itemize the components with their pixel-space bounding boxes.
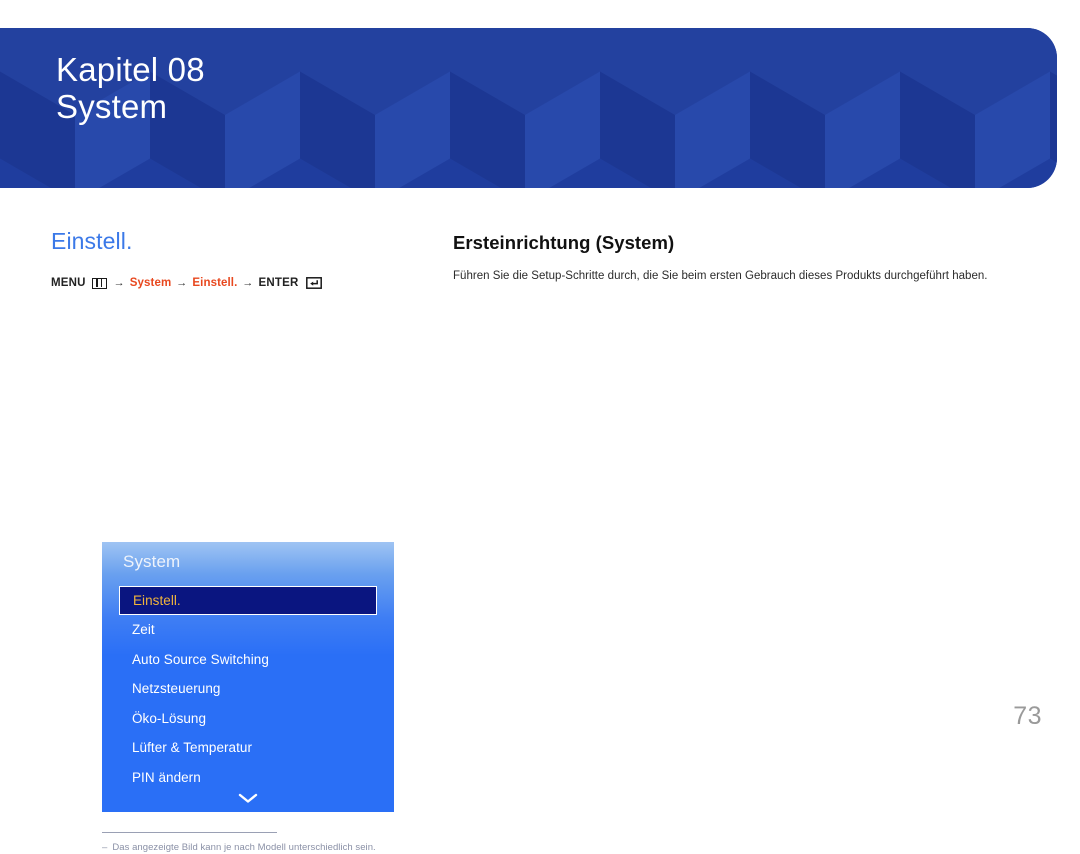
chapter-label: Kapitel 08 [56,51,205,88]
osd-item-label: Netzsteuerung [132,681,221,697]
enter-key-icon [305,277,322,289]
osd-item-label: Zeit [132,622,155,638]
osd-item-label: Lüfter & Temperatur [132,740,253,756]
footnote-block: – Das angezeigte Bild kann je nach Model… [102,832,402,854]
left-column: Einstell. MENU → System → Einstell. → EN… [51,228,394,853]
breadcrumb-enter-label: ENTER [258,277,299,289]
right-column: Ersteinrichtung (System) Führen Sie die … [453,232,1033,297]
chevron-down-icon [238,793,258,803]
osd-item-auto-source-switching[interactable]: Auto Source Switching [102,645,394,675]
osd-item-label: Öko-Lösung [132,710,207,726]
breadcrumb-crumb-system: System [129,277,172,289]
footnote-divider [102,832,277,833]
osd-panel-title: System [123,552,181,571]
breadcrumb-menu-label: MENU [51,277,86,289]
footnote: – Das angezeigte Bild kann je nach Model… [102,842,402,854]
page-title: Einstell. [51,228,133,254]
chapter-banner: Kapitel 08 System [0,28,1057,188]
banner-text-block: Kapitel 08 System [56,51,205,126]
osd-item-einstell[interactable]: Einstell. [119,586,377,615]
osd-item-luefter-temperatur[interactable]: Lüfter & Temperatur [102,733,394,763]
osd-scroll-down[interactable] [102,792,394,804]
footnote-dash: – [102,842,108,853]
content-paragraph: Führen Sie die Setup-Schritte durch, die… [453,270,988,282]
osd-item-pin-aendern[interactable]: PIN ändern [102,763,394,793]
osd-item-label: Einstell. [133,593,181,608]
footnote-text: Das angezeigte Bild kann je nach Modell … [112,842,376,853]
chapter-title: System [56,87,168,125]
osd-item-zeit[interactable]: Zeit [102,615,394,645]
breadcrumb-arrow-3: → [242,277,254,289]
osd-item-label: PIN ändern [132,769,201,785]
breadcrumb-arrow-1: → [113,277,125,289]
osd-menu-panel: System Einstell. Zeit Auto Source Switch… [102,542,394,812]
osd-menu-list: Einstell. Zeit Auto Source Switching Net… [102,586,394,792]
osd-item-netzsteuerung[interactable]: Netzsteuerung [102,674,394,704]
page-number: 73 [1013,702,1042,730]
breadcrumb-arrow-2: → [176,277,188,289]
osd-item-oeko-loesung[interactable]: Öko-Lösung [102,704,394,734]
breadcrumb-crumb-einstell: Einstell. [192,277,238,289]
osd-item-label: Auto Source Switching [132,651,269,667]
menu-grid-icon [91,277,107,289]
breadcrumb: MENU → System → Einstell. → ENTER [51,277,351,289]
content-heading: Ersteinrichtung (System) [453,232,675,253]
